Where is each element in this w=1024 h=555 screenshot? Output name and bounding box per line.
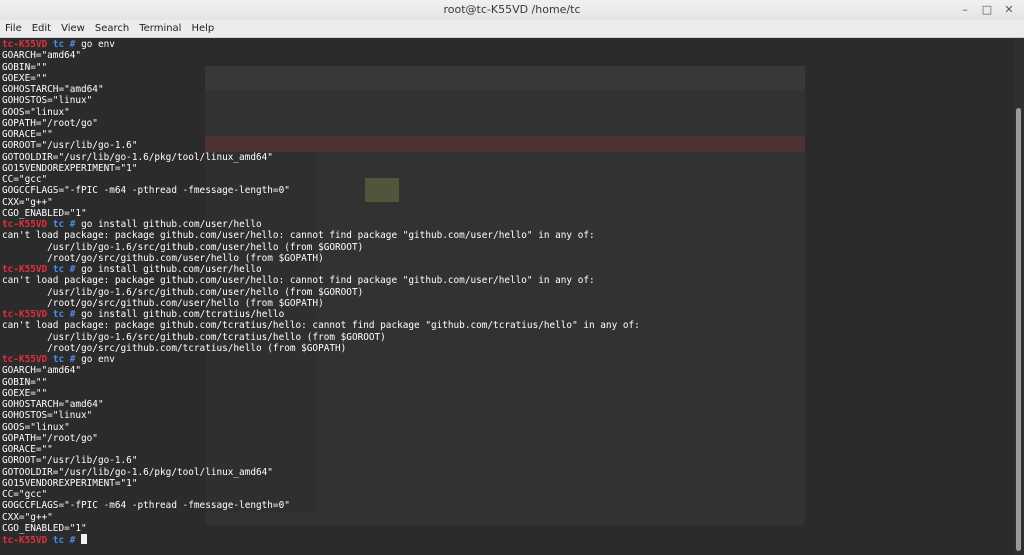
terminal-scrollbar[interactable]: [1014, 38, 1024, 555]
prompt-host: tc-K55VD: [2, 354, 48, 365]
terminal-output-line: /root/go/src/github.com/user/hello (from…: [2, 252, 324, 264]
terminal-prompt-line: tc-K55VD tc # go env: [2, 354, 640, 365]
title-bar: root@tc-K55VD /home/tc – □ ✕: [0, 0, 1024, 21]
prompt-symbol: #: [69, 264, 76, 275]
text-cursor: [81, 534, 88, 544]
terminal-output: tc-K55VD tc # go env GOARCH="amd64" GOBIN=…: [2, 39, 640, 546]
terminal-output-line: GOTOOLDIR="/usr/lib/go-1.6/pkg/tool/linu…: [2, 466, 273, 478]
terminal-output-line: /root/go/src/github.com/user/hello (from…: [2, 297, 324, 309]
terminal-output-line: can't load package: package github.com/t…: [2, 320, 640, 332]
prompt-symbol: #: [69, 219, 76, 230]
terminal-output-line: GOGCCFLAGS="-fPIC -m64 -pthread -fmessag…: [2, 500, 290, 512]
terminal-output-line: can't load package: package github.com/u…: [2, 230, 595, 242]
command-text: go env: [81, 354, 115, 365]
terminal-output-line: GOPATH="/root/go": [2, 432, 98, 444]
prompt-host: tc-K55VD: [2, 39, 48, 50]
terminal-output-line: GOHOSTOS="linux": [2, 410, 93, 422]
terminal-output-line: GOTOOLDIR="/usr/lib/go-1.6/pkg/tool/linu…: [2, 151, 273, 163]
menu-bar: File Edit View Search Terminal Help: [0, 20, 1024, 38]
scrollbar-thumb[interactable]: [1016, 108, 1021, 551]
terminal-output-line: CGO_ENABLED="1": [2, 207, 87, 219]
terminal-output-line: /usr/lib/go-1.6/src/github.com/user/hell…: [2, 241, 364, 253]
terminal-output-line: GOBIN="": [2, 376, 48, 388]
terminal-output-line: CXX="g++": [2, 511, 53, 523]
menu-terminal[interactable]: Terminal: [134, 23, 186, 34]
terminal-prompt-line: tc-K55VD tc # go install github.com/user…: [2, 264, 640, 275]
terminal-prompt-line: tc-K55VD tc #: [2, 534, 640, 546]
terminal-output-line: GOHOSTARCH="amd64": [2, 399, 104, 410]
prompt-symbol: #: [69, 39, 76, 50]
prompt-dir: tc: [52, 219, 65, 230]
prompt-dir: tc: [52, 39, 65, 50]
terminal-output-line: GOGCCFLAGS="-fPIC -m64 -pthread -fmessag…: [2, 185, 290, 197]
terminal-output-line: CXX="g++": [2, 196, 53, 208]
menu-file[interactable]: File: [0, 23, 27, 34]
prompt-symbol: #: [69, 309, 76, 320]
close-button[interactable]: ✕: [1000, 2, 1018, 18]
menu-help[interactable]: Help: [186, 23, 219, 34]
terminal-output-line: GOOS="linux": [2, 421, 70, 433]
terminal-output-line: GOBIN="": [2, 61, 48, 73]
terminal-output-line: /usr/lib/go-1.6/src/github.com/tcratius/…: [2, 331, 386, 343]
terminal-output-line: GOEXE="": [2, 387, 48, 399]
terminal-output-line: GORACE="": [2, 129, 53, 140]
terminal-output-line: GORACE="": [2, 444, 53, 455]
command-text: go install github.com/user/hello: [81, 264, 262, 275]
terminal-output-line: GOHOSTOS="linux": [2, 95, 93, 107]
menu-view[interactable]: View: [56, 23, 90, 34]
terminal-output-line: GOOS="linux": [2, 106, 70, 118]
prompt-host: tc-K55VD: [2, 309, 48, 320]
terminal-area[interactable]: tc-K55VD tc # go env GOARCH="amd64" GOBIN=…: [0, 38, 1014, 555]
prompt-symbol: #: [69, 354, 76, 365]
prompt-host: tc-K55VD: [2, 264, 48, 275]
terminal-output-line: CC="gcc": [2, 174, 48, 185]
terminal-output-line: GOPATH="/root/go": [2, 117, 98, 129]
terminal-prompt-line: tc-K55VD tc # go install github.com/user…: [2, 219, 640, 230]
terminal-prompt-line: tc-K55VD tc # go install github.com/tcra…: [2, 309, 640, 320]
menu-search[interactable]: Search: [90, 23, 134, 34]
terminal-output-line: /root/go/src/github.com/tcratius/hello (…: [2, 342, 347, 354]
terminal-output-line: GOARCH="amd64": [2, 365, 82, 377]
terminal-output-line: CC="gcc": [2, 489, 48, 500]
command-text: go install github.com/tcratius/hello: [81, 309, 285, 320]
prompt-host: tc-K55VD: [2, 535, 48, 546]
prompt-dir: tc: [52, 354, 65, 365]
prompt-symbol: #: [69, 535, 76, 546]
prompt-dir: tc: [52, 264, 65, 275]
window-title: root@tc-K55VD /home/tc: [443, 3, 581, 16]
minimize-button[interactable]: –: [956, 2, 974, 18]
command-text: go env: [81, 39, 115, 50]
terminal-output-line: GOARCH="amd64": [2, 50, 82, 62]
menu-edit[interactable]: Edit: [27, 23, 56, 34]
terminal-output-line: GOROOT="/usr/lib/go-1.6": [2, 455, 138, 467]
maximize-button[interactable]: □: [978, 2, 996, 18]
prompt-dir: tc: [52, 535, 65, 546]
prompt-host: tc-K55VD: [2, 219, 48, 230]
terminal-output-line: can't load package: package github.com/u…: [2, 275, 595, 287]
terminal-prompt-line: tc-K55VD tc # go env: [2, 39, 640, 50]
terminal-output-line: /usr/lib/go-1.6/src/github.com/user/hell…: [2, 286, 364, 298]
terminal-output-line: GO15VENDOREXPERIMENT="1": [2, 477, 138, 489]
terminal-output-line: GO15VENDOREXPERIMENT="1": [2, 162, 138, 174]
terminal-output-line: GOHOSTARCH="amd64": [2, 84, 104, 95]
terminal-output-line: GOEXE="": [2, 72, 48, 84]
terminal-output-line: GOROOT="/usr/lib/go-1.6": [2, 140, 138, 152]
command-text: go install github.com/user/hello: [81, 219, 262, 230]
terminal-output-line: CGO_ENABLED="1": [2, 522, 87, 534]
prompt-dir: tc: [52, 309, 65, 320]
